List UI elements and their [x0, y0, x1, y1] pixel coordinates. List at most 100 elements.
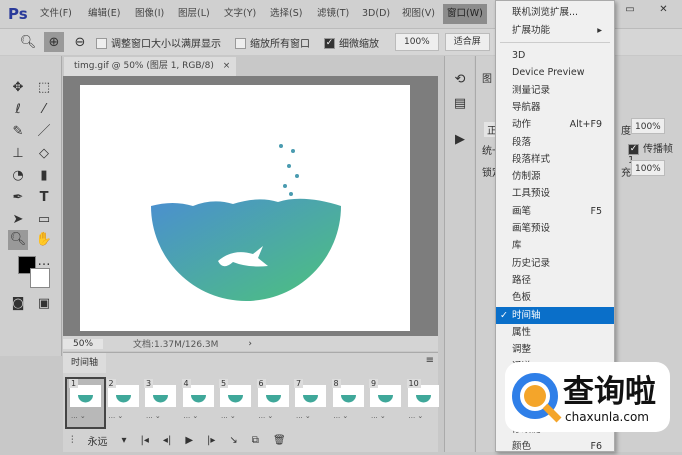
menu-item[interactable]: 路径 [496, 272, 614, 289]
pen-icon[interactable]: ✒ [8, 188, 28, 208]
timeline-frame[interactable]: 8 ... ⌄ [330, 379, 367, 427]
status-menu-arrow[interactable]: › [248, 339, 252, 349]
menu-view[interactable]: 视图(V) [398, 4, 439, 24]
frame-delay[interactable]: ... ⌄ [71, 412, 86, 420]
menu-item[interactable]: 历史记录 [496, 255, 614, 272]
menu-select[interactable]: 选择(S) [266, 4, 306, 24]
document-canvas[interactable] [63, 76, 438, 336]
frame-delay[interactable]: ... ⌄ [334, 412, 349, 420]
menu-window[interactable]: 窗口(W) [443, 4, 487, 24]
fill-field[interactable]: 100% [631, 160, 665, 176]
menu-item-browse-extensions[interactable]: 联机浏览扩展... [496, 4, 614, 21]
loop-select[interactable]: 永远 [88, 433, 108, 448]
delete-frame-icon[interactable]: 🗑︎ [273, 435, 286, 446]
previous-frame-icon[interactable]: ◂| [163, 435, 171, 446]
timeline-frame[interactable]: 7 ... ⌄ [292, 379, 329, 427]
play-icon[interactable]: ▶ [185, 435, 193, 446]
frame-delay[interactable]: ... ⌄ [146, 412, 161, 420]
menu-item[interactable]: 属性 [496, 324, 614, 341]
zoom-in-button[interactable]: ⊕ [44, 32, 64, 52]
menu-item[interactable]: 段落 [496, 134, 614, 151]
menu-item[interactable]: 段落样式 [496, 151, 614, 168]
timeline-frame[interactable]: 2 ... ⌄ [105, 379, 142, 427]
shape-tool-icon[interactable]: ▭ [34, 210, 54, 230]
eraser-icon[interactable]: ◇ [34, 144, 54, 164]
marquee-tool-icon[interactable]: ⬚ [34, 78, 54, 98]
adjustments-panel-icon[interactable]: ▤ [450, 94, 470, 114]
path-select-icon[interactable]: ➤ [8, 210, 28, 230]
menu-item[interactable]: 测量记录 [496, 82, 614, 99]
menu-item[interactable]: 调整 [496, 341, 614, 358]
frame-delay[interactable]: ... ⌄ [259, 412, 274, 420]
convert-to-video-timeline-icon[interactable]: ⫶ [71, 435, 74, 446]
frame-delay[interactable]: ... ⌄ [184, 412, 199, 420]
timeline-frame[interactable]: 1 ... ⌄ [65, 377, 106, 429]
quick-mask-icon[interactable]: ◙ [8, 294, 28, 314]
actions-play-icon[interactable]: ▶ [450, 130, 470, 150]
frame-delay[interactable]: ... ⌄ [409, 412, 424, 420]
frame-delay[interactable]: ... ⌄ [296, 412, 311, 420]
hand-tool-icon[interactable]: ✋ [34, 230, 54, 250]
document-tab[interactable]: timg.gif @ 50% (图层 1, RGB/8) × [64, 57, 236, 76]
menu-item[interactable]: 画笔 F5 [496, 203, 614, 220]
menu-item[interactable]: 导航器 [496, 99, 614, 116]
frame-delay[interactable]: ... ⌄ [371, 412, 386, 420]
history-brush-icon[interactable]: ◔ [8, 166, 28, 186]
zoom-100-button[interactable]: 100% [395, 33, 439, 51]
menu-item[interactable]: 颜色 F6 [496, 438, 614, 455]
fit-screen-checkbox[interactable]: 调整窗口大小以满屏显示 [96, 35, 221, 50]
stamp-icon[interactable]: ⊥ [8, 144, 28, 164]
next-frame-icon[interactable]: |▸ [207, 435, 215, 446]
eyedropper-icon[interactable]: ✎ [8, 122, 28, 142]
menu-item[interactable]: 3D [496, 47, 614, 64]
zoom-level-field[interactable]: 50% [63, 338, 103, 349]
layers-tab[interactable]: 图 [482, 70, 492, 85]
menu-file[interactable]: 文件(F) [36, 4, 76, 24]
panel-menu-icon[interactable]: ≡ [426, 355, 434, 366]
menu-item[interactable]: 色板 [496, 289, 614, 306]
zoom-tool-icon[interactable]: 🔍︎ [8, 230, 28, 250]
menu-item[interactable]: ✓ 时间轴 [496, 306, 614, 324]
first-frame-icon[interactable]: |◂ [141, 435, 149, 446]
duplicate-frame-icon[interactable]: ⧉ [252, 435, 259, 446]
timeline-frame[interactable]: 5 ... ⌄ [217, 379, 254, 427]
menu-item[interactable]: 画笔预设 [496, 220, 614, 237]
restore-window-icon[interactable]: ▭ [615, 0, 645, 20]
zoom-all-checkbox[interactable]: 缩放所有窗口 [235, 35, 310, 50]
fit-screen-button[interactable]: 适合屏 [444, 33, 490, 51]
opacity-field[interactable]: 100% [631, 118, 665, 134]
timeline-frame[interactable]: 6 ... ⌄ [255, 379, 292, 427]
loop-dropdown-icon[interactable]: ▾ [122, 435, 127, 446]
timeline-frame[interactable]: 3 ... ⌄ [142, 379, 179, 427]
scrubby-zoom-checkbox[interactable]: ✓ 细微缩放 [324, 35, 379, 50]
menu-filter[interactable]: 滤镜(T) [313, 4, 353, 24]
timeline-frame[interactable]: 9 ... ⌄ [367, 379, 404, 427]
lasso-tool-icon[interactable]: ℓ [8, 100, 28, 120]
move-tool-icon[interactable]: ✥ [8, 78, 28, 98]
timeline-frame[interactable]: 4 ... ⌄ [180, 379, 217, 427]
menu-item[interactable]: 仿制源 [496, 168, 614, 185]
menu-item-extensions[interactable]: 扩展功能 ▸ [496, 22, 614, 39]
timeline-tab[interactable]: 时间轴 [63, 353, 107, 373]
menu-3d[interactable]: 3D(D) [358, 4, 394, 24]
menu-item[interactable]: 库 [496, 237, 614, 254]
close-window-icon[interactable]: ✕ [645, 0, 682, 20]
timeline-frame[interactable]: 10 ... ⌄ [405, 379, 442, 427]
menu-layer[interactable]: 图层(L) [174, 4, 214, 24]
menu-item[interactable]: 工具预设 [496, 185, 614, 202]
menu-image[interactable]: 图像(I) [131, 4, 168, 24]
brush-icon[interactable]: ／ [34, 122, 54, 142]
menu-edit[interactable]: 编辑(E) [84, 4, 124, 24]
background-color-swatch[interactable] [30, 268, 50, 288]
screen-mode-icon[interactable]: ▣ [34, 294, 54, 314]
zoom-tool-preset-icon[interactable]: 🔍︎ [18, 32, 38, 52]
menu-item[interactable]: 动作 Alt+F9 [496, 116, 614, 133]
magic-wand-icon[interactable]: ⁄ [34, 100, 54, 120]
frame-delay[interactable]: ... ⌄ [109, 412, 124, 420]
menu-item[interactable]: Device Preview [496, 64, 614, 81]
zoom-out-button[interactable]: ⊖ [70, 32, 90, 52]
menu-type[interactable]: 文字(Y) [220, 4, 260, 24]
close-document-icon[interactable]: × [223, 61, 231, 71]
tween-icon[interactable]: ↘ [229, 435, 237, 446]
type-tool-icon[interactable]: T [34, 188, 54, 208]
